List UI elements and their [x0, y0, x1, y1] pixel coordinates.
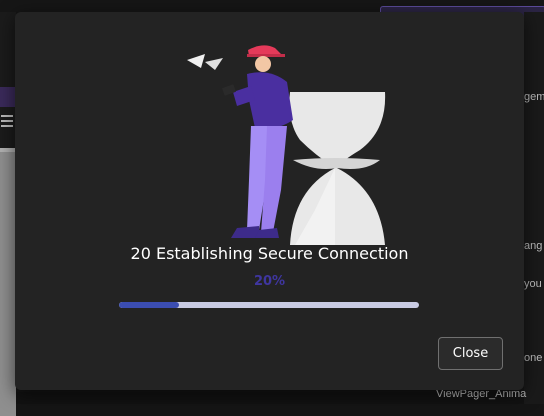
background-label: one [524, 352, 543, 364]
dialog-title: 20 Establishing Secure Connection [130, 244, 409, 263]
progress-bar-fill [119, 302, 179, 308]
progress-dialog: 20 Establishing Secure Connection 20% Cl… [15, 12, 524, 390]
background-right-panel [524, 12, 544, 404]
hamburger-menu-icon [1, 112, 13, 130]
progress-percent-text: 20% [253, 274, 286, 289]
background-label: gem [524, 91, 544, 103]
background-label: you [524, 278, 542, 290]
background-label: ang [524, 240, 543, 252]
background-left-highlight [0, 87, 16, 107]
background-left-gray-area [0, 148, 16, 416]
background-left-panel [0, 12, 16, 416]
close-button[interactable]: Close [438, 337, 503, 370]
progress-bar [119, 302, 419, 308]
background-left-divider [0, 148, 16, 152]
waiting-hourglass-illustration [187, 45, 386, 245]
